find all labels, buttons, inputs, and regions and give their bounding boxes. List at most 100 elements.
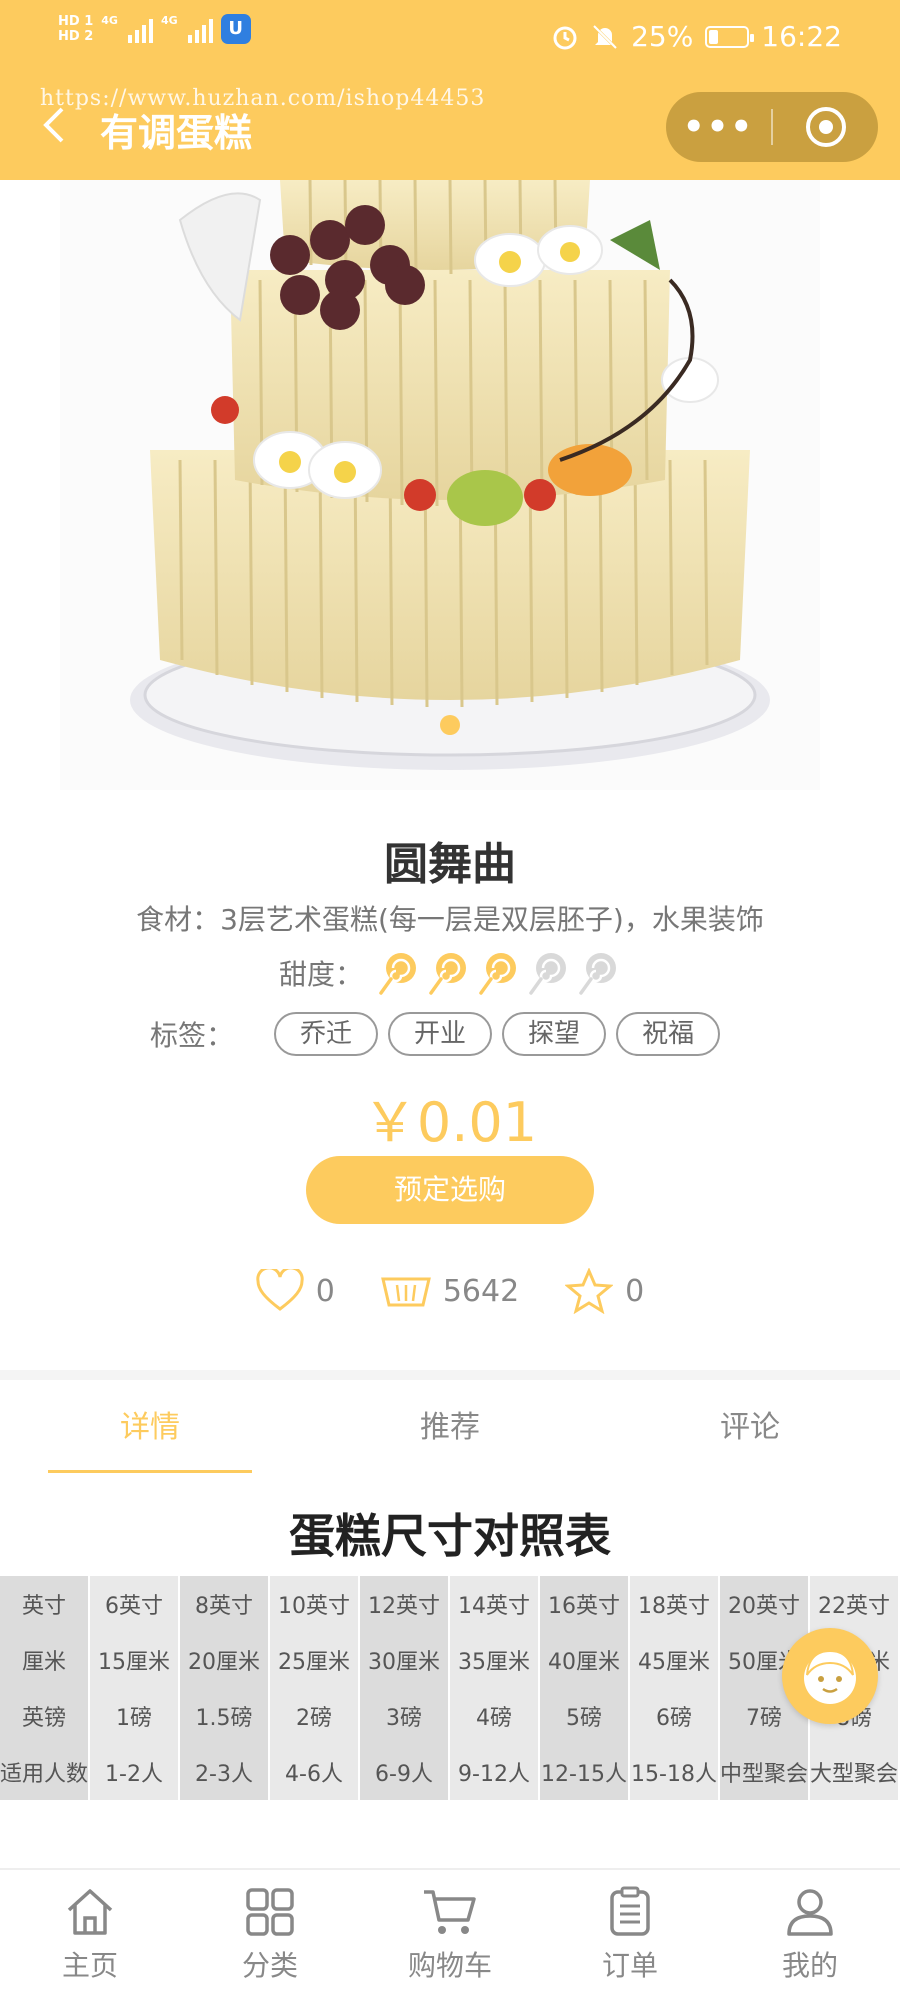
tag-chip[interactable]: 探望 xyxy=(502,1012,607,1056)
size-table-cell: 20厘米 xyxy=(180,1632,270,1688)
size-table-cell: 5磅 xyxy=(540,1688,630,1744)
size-table-cell: 14英寸 xyxy=(450,1576,540,1632)
size-table-cell: 大型聚会 xyxy=(810,1744,900,1800)
nav-category[interactable]: 分类 xyxy=(180,1870,360,2000)
sim-1-label: HD 1 xyxy=(58,14,94,29)
size-table-cell: 25厘米 xyxy=(270,1632,360,1688)
customer-service-button[interactable] xyxy=(782,1628,878,1724)
like-count: 0 xyxy=(315,1273,335,1309)
size-table-cell: 15厘米 xyxy=(90,1632,180,1688)
clock: 16:22 xyxy=(761,20,842,53)
like-stat[interactable]: 0 xyxy=(256,1269,335,1313)
signal-icon xyxy=(127,15,153,43)
reserve-button[interactable]: 预定选购 xyxy=(306,1156,594,1224)
cake-image xyxy=(60,180,820,790)
tags-label: 标签： xyxy=(150,1019,235,1052)
size-table-cell: 45厘米 xyxy=(630,1632,720,1688)
size-table-cell: 15-18人 xyxy=(630,1744,720,1800)
favorite-stat[interactable]: 0 xyxy=(565,1268,644,1314)
sim-2-label: HD 2 xyxy=(58,29,94,44)
size-table-cell: 8英寸 xyxy=(180,1576,270,1632)
size-table-cell: 6英寸 xyxy=(90,1576,180,1632)
bottom-nav: 主页 分类 购物车 订单 我的 xyxy=(0,1868,900,2000)
product-name: 圆舞曲 xyxy=(384,839,516,890)
mini-program-capsule: ••• xyxy=(666,92,878,162)
nav-home[interactable]: 主页 xyxy=(0,1870,180,2000)
tab-recommend[interactable]: 推荐 xyxy=(300,1380,600,1476)
active-tab-indicator xyxy=(48,1470,252,1473)
signal-icon-2 xyxy=(187,15,213,43)
tag-chip[interactable]: 乔迁 xyxy=(274,1012,379,1056)
product-ingredients: 食材：3层艺术蛋糕(每一层是双层胚子)，水果装饰 xyxy=(136,903,764,936)
size-table-cell: 20英寸 xyxy=(720,1576,810,1632)
nav-home-label: 主页 xyxy=(61,1949,118,1982)
app-notification-icon: U xyxy=(220,14,251,44)
lollipop-empty-icon xyxy=(529,953,566,995)
category-grid-icon xyxy=(246,1888,294,1936)
nav-orders[interactable]: 订单 xyxy=(540,1870,720,2000)
size-table-cell: 1-2人 xyxy=(90,1744,180,1800)
nav-profile-label: 我的 xyxy=(781,1949,838,1982)
size-table-cell: 22英寸 xyxy=(810,1576,900,1632)
status-left: HD 1 HD 2 4G 4G U xyxy=(58,14,251,44)
nav-cart[interactable]: 购物车 xyxy=(360,1870,540,2000)
size-table-cell: 4磅 xyxy=(450,1688,540,1744)
tag-chip[interactable]: 祝福 xyxy=(616,1012,721,1056)
tag-chip[interactable]: 开业 xyxy=(388,1012,493,1056)
detail-tabs: 详情 推荐 评论 xyxy=(0,1380,900,1476)
size-table-row-header: 厘米 xyxy=(0,1632,90,1688)
close-mini-program-button[interactable] xyxy=(773,107,878,147)
nav-orders-label: 订单 xyxy=(601,1949,658,1982)
size-table-cell: 10英寸 xyxy=(270,1576,360,1632)
size-table-cell: 6磅 xyxy=(630,1688,720,1744)
lollipop-filled-icon xyxy=(479,953,516,995)
customer-service-avatar-icon xyxy=(804,1649,856,1704)
product-image-carousel[interactable] xyxy=(0,180,900,790)
network-type: 4G xyxy=(101,14,118,27)
favorite-count: 0 xyxy=(625,1273,645,1309)
battery-icon xyxy=(705,25,755,48)
heart-icon xyxy=(256,1269,304,1311)
lollipop-filled-icon xyxy=(379,953,416,995)
nav-category-label: 分类 xyxy=(241,1949,298,1982)
sales-stat: 5642 xyxy=(380,1273,520,1309)
size-table-cell: 12英寸 xyxy=(360,1576,450,1632)
sim-labels: HD 1 HD 2 xyxy=(58,14,93,44)
tab-details[interactable]: 详情 xyxy=(0,1380,300,1476)
order-list-icon xyxy=(610,1886,650,1936)
nav-profile[interactable]: 我的 xyxy=(720,1870,900,2000)
lollipop-empty-icon xyxy=(579,953,616,995)
carousel-indicator-dot[interactable] xyxy=(440,715,460,735)
sweetness-label: 甜度： xyxy=(278,958,363,991)
tags-row: 标签： 乔迁 开业 探望 祝福 xyxy=(150,1012,721,1056)
size-table-cell: 1.5磅 xyxy=(180,1688,270,1744)
network-type-2: 4G xyxy=(160,14,178,27)
alarm-icon xyxy=(553,26,577,49)
mute-bell-icon xyxy=(593,24,617,49)
size-table: 英寸 6英寸 8英寸 10英寸 12英寸 14英寸 16英寸 18英寸 20英寸 22英寸 厘米 15… xyxy=(0,1576,900,1800)
header-bar: HD 1 HD 2 4G 4G U 25% 16:22 有调蛋糕 https:/… xyxy=(0,0,900,180)
battery-level-fill xyxy=(709,29,719,44)
more-dots-icon[interactable]: ••• xyxy=(666,107,771,147)
size-table-cell: 12-15人 xyxy=(540,1744,630,1800)
target-circle-icon xyxy=(805,107,846,147)
size-table-row-header: 适用人数 xyxy=(0,1744,90,1800)
tab-comments[interactable]: 评论 xyxy=(600,1380,900,1476)
size-table-cell: 4-6人 xyxy=(270,1744,360,1800)
size-table-cell: 40厘米 xyxy=(540,1632,630,1688)
size-table-cell: 18英寸 xyxy=(630,1576,720,1632)
size-table-cell: 3磅 xyxy=(360,1688,450,1744)
status-bar: HD 1 HD 2 4G 4G U 25% 16:22 xyxy=(0,0,900,80)
star-icon xyxy=(565,1268,614,1314)
status-right: 25% 16:22 xyxy=(551,20,842,53)
size-table-cell: 35厘米 xyxy=(450,1632,540,1688)
sweetness-row: 甜度： xyxy=(0,950,900,996)
basket-icon xyxy=(380,1277,431,1307)
size-table-cell: 中型聚会 xyxy=(720,1744,810,1800)
chevron-left-icon xyxy=(43,107,64,143)
size-table-cell: 6-9人 xyxy=(360,1744,450,1800)
stats-row: 0 5642 0 xyxy=(0,1268,900,1314)
sales-count: 5642 xyxy=(442,1273,520,1309)
lollipop-filled-icon xyxy=(429,953,466,995)
size-table-title: 蛋糕尺寸对照表 xyxy=(289,1509,611,1563)
